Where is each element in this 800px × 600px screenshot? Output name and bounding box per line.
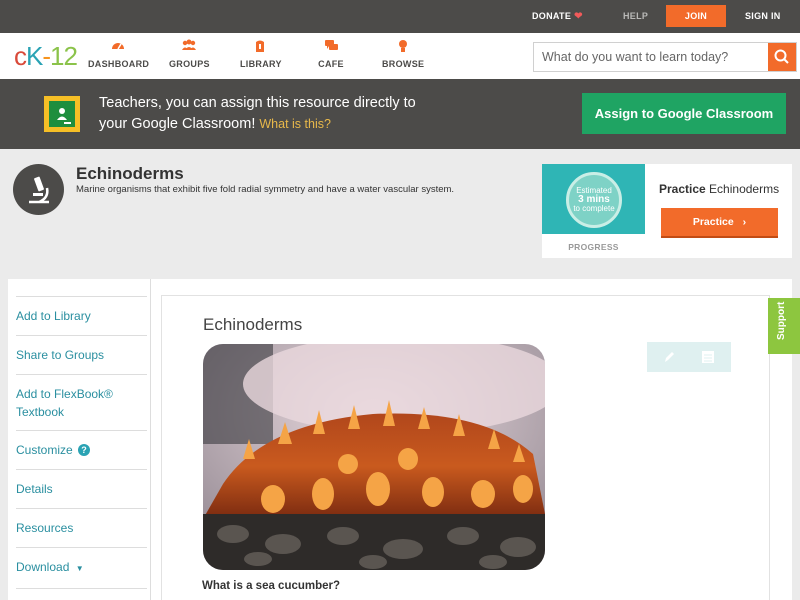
search-box [533, 42, 797, 72]
caret-down-icon: ▼ [75, 564, 84, 573]
groups-icon [169, 39, 209, 55]
concept-title: Echinoderms [76, 164, 184, 183]
concept-header: Echinoderms Marine organisms that exhibi… [0, 149, 800, 261]
customize-link[interactable]: Customize ? [16, 430, 147, 469]
resource-sidebar: Add to Library Share to Groups Add to Fl… [16, 296, 147, 600]
search-input[interactable] [534, 43, 766, 71]
main-content-area: Add to Library Share to Groups Add to Fl… [8, 279, 792, 600]
join-button[interactable]: JOIN [666, 5, 726, 27]
time-estimate: Estimated 3 mins to complete [566, 172, 622, 228]
pencil-icon[interactable] [661, 349, 677, 365]
progress-graphic: Estimated 3 mins to complete [542, 164, 645, 234]
help-icon[interactable]: ? [78, 444, 91, 456]
content-tools [647, 342, 731, 372]
support-tab[interactable]: Support [768, 298, 800, 354]
banner-message: Teachers, you can assign this resource d… [99, 95, 416, 132]
details-link[interactable]: Details [16, 469, 147, 508]
microscope-icon [13, 164, 64, 215]
practice-title: Practice Echinoderms [659, 182, 780, 196]
add-to-library-link[interactable]: Add to Library [16, 296, 147, 335]
notes-icon[interactable] [700, 349, 716, 365]
progress-label: PROGRESS [568, 242, 619, 252]
what-is-this-link[interactable]: What is this? [259, 117, 331, 131]
content-title: Echinoderms [203, 315, 303, 334]
nav-cafe[interactable]: CAFE [316, 39, 346, 69]
ck12-logo[interactable]: cK-12 [14, 41, 78, 72]
sign-in-link[interactable]: SIGN IN [745, 0, 781, 33]
google-classroom-icon [44, 96, 80, 132]
sidebar-divider [150, 279, 151, 600]
resources-link[interactable]: Resources [16, 508, 147, 547]
download-link[interactable]: Download ▼ [16, 547, 147, 588]
nav-dashboard[interactable]: DASHBOARD [88, 39, 149, 69]
top-utility-bar: DONATE ❤ HELP JOIN SIGN IN [0, 0, 800, 33]
main-header: cK-12 DASHBOARD GROUPS LIBRARY CAFE BROW… [0, 33, 800, 79]
search-button[interactable] [768, 43, 796, 71]
browse-icon [382, 39, 424, 55]
donate-link[interactable]: DONATE ❤ [532, 0, 583, 33]
help-link[interactable]: HELP [623, 0, 648, 33]
nav-browse[interactable]: BROWSE [382, 39, 424, 69]
sea-cucumber-photo [203, 344, 545, 570]
nav-groups[interactable]: GROUPS [169, 39, 210, 69]
question-heading: What is a sea cucumber? [202, 580, 341, 592]
dashboard-icon [88, 39, 148, 55]
google-classroom-banner: Teachers, you can assign this resource d… [0, 79, 800, 149]
chevron-right-icon: › [742, 216, 747, 228]
practice-button[interactable]: Practice › [661, 208, 778, 238]
concept-description: Marine organisms that exhibit five fold … [76, 184, 455, 195]
share-to-groups-link[interactable]: Share to Groups [16, 335, 147, 374]
assign-google-classroom-button[interactable]: Assign to Google Classroom [582, 93, 786, 134]
content-card: Echinoderms What is a sea cucumber? [161, 295, 770, 600]
heart-icon: ❤ [574, 11, 583, 22]
cafe-icon [316, 39, 346, 55]
library-icon [240, 39, 280, 55]
search-icon [774, 49, 789, 64]
nav-library[interactable]: LIBRARY [240, 39, 281, 69]
add-to-flexbook-link[interactable]: Add to FlexBook® Textbook [16, 374, 147, 430]
quick-tips-heading: Quick Tips [16, 588, 147, 600]
practice-card: Estimated 3 mins to complete PROGRESS Pr… [542, 164, 792, 258]
